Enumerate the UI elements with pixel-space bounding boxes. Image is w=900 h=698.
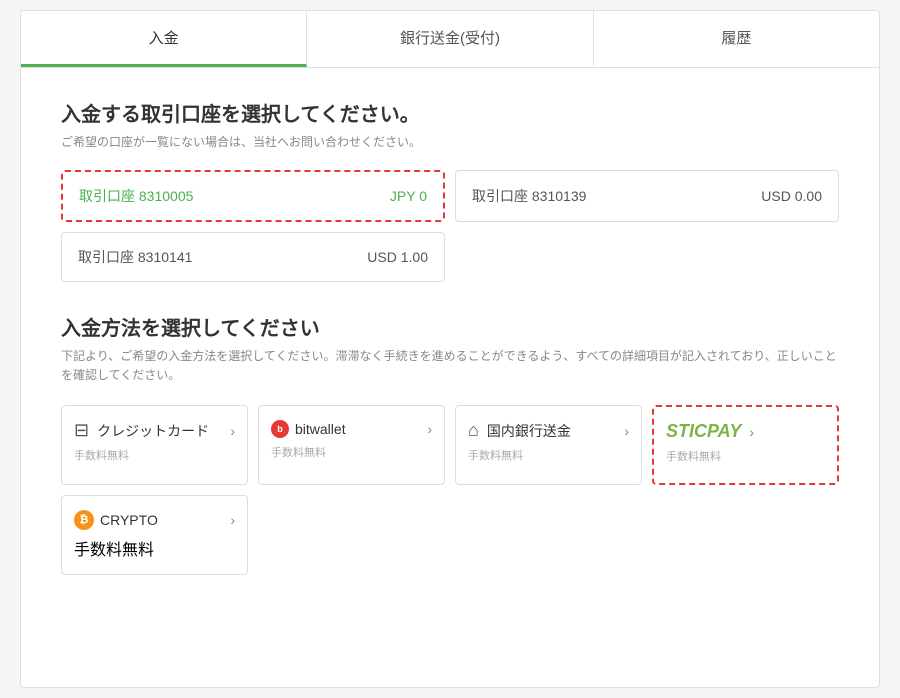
tab-bar: 入金 銀行送金(受付) 履歴 bbox=[21, 11, 879, 68]
account-section-subtitle: ご希望の口座が一覧にない場合は、当社へお問い合わせください。 bbox=[61, 133, 839, 150]
credit-card-label: クレジットカード bbox=[97, 421, 209, 441]
payment-sticpay[interactable]: STICPAY › 手数料無料 bbox=[652, 405, 839, 485]
account-card-1[interactable]: 取引口座 8310005 JPY 0 bbox=[61, 170, 445, 222]
account-balance-1: JPY 0 bbox=[390, 188, 427, 204]
payment-section-subtitle: 下記より、ご希望の入金方法を選択してください。滞滞なく手続きを進めることができる… bbox=[61, 347, 839, 385]
credit-card-icon: ⊟ bbox=[74, 420, 89, 441]
account-balance-3: USD 1.00 bbox=[367, 249, 428, 265]
payment-section: 入金方法を選択してください 下記より、ご希望の入金方法を選択してください。滞滞な… bbox=[61, 312, 839, 575]
credit-card-fee: 手数料無料 bbox=[74, 447, 235, 463]
payment-methods-row1: ⊟ クレジットカード › 手数料無料 b bitwallet › bbox=[61, 405, 839, 485]
account-card-2[interactable]: 取引口座 8310139 USD 0.00 bbox=[455, 170, 839, 222]
accounts-grid: 取引口座 8310005 JPY 0 取引口座 8310139 USD 0.00… bbox=[61, 170, 839, 282]
payment-bank-transfer[interactable]: ⌂ 国内銀行送金 › 手数料無料 bbox=[455, 405, 642, 485]
sticpay-label: STICPAY bbox=[666, 421, 741, 442]
tab-history-label: 履歴 bbox=[721, 30, 751, 47]
tab-bank[interactable]: 銀行送金(受付) bbox=[307, 11, 593, 67]
account-section: 入金する取引口座を選択してください。 ご希望の口座が一覧にない場合は、当社へお問… bbox=[61, 98, 839, 282]
bitwallet-arrow: › bbox=[427, 421, 432, 437]
bitwallet-label: bitwallet bbox=[295, 421, 346, 437]
account-section-title: 入金する取引口座を選択してください。 bbox=[61, 98, 839, 127]
account-card-3[interactable]: 取引口座 8310141 USD 1.00 bbox=[61, 232, 445, 282]
sticpay-fee: 手数料無料 bbox=[666, 448, 825, 464]
sticpay-arrow: › bbox=[749, 424, 754, 440]
payment-bitwallet[interactable]: b bitwallet › 手数料無料 bbox=[258, 405, 445, 485]
payment-section-title: 入金方法を選択してください bbox=[61, 312, 839, 341]
crypto-label: CRYPTO bbox=[100, 512, 158, 528]
payment-credit-card[interactable]: ⊟ クレジットカード › 手数料無料 bbox=[61, 405, 248, 485]
payment-crypto[interactable]: ₿ CRYPTO › 手数料無料 bbox=[61, 495, 248, 575]
bitwallet-icon: b bbox=[271, 420, 289, 438]
bank-icon: ⌂ bbox=[468, 420, 479, 441]
account-name-2: 取引口座 8310139 bbox=[472, 186, 586, 206]
crypto-fee: 手数料無料 bbox=[74, 536, 235, 560]
crypto-icon: ₿ bbox=[74, 510, 94, 530]
main-container: 入金 銀行送金(受付) 履歴 入金する取引口座を選択してください。 ご希望の口座… bbox=[20, 10, 880, 688]
tab-bank-label: 銀行送金(受付) bbox=[400, 30, 500, 47]
bitwallet-fee: 手数料無料 bbox=[271, 444, 432, 460]
page-content: 入金する取引口座を選択してください。 ご希望の口座が一覧にない場合は、当社へお問… bbox=[21, 68, 879, 605]
tab-history[interactable]: 履歴 bbox=[594, 11, 879, 67]
tab-deposit[interactable]: 入金 bbox=[21, 11, 307, 67]
crypto-arrow: › bbox=[230, 512, 235, 528]
bank-transfer-fee: 手数料無料 bbox=[468, 447, 629, 463]
bank-transfer-arrow: › bbox=[624, 423, 629, 439]
account-balance-2: USD 0.00 bbox=[761, 188, 822, 204]
tab-deposit-label: 入金 bbox=[149, 30, 179, 47]
bank-transfer-label: 国内銀行送金 bbox=[487, 421, 571, 441]
account-name-3: 取引口座 8310141 bbox=[78, 247, 192, 267]
payment-methods-row2: ₿ CRYPTO › 手数料無料 bbox=[61, 495, 839, 575]
account-name-1: 取引口座 8310005 bbox=[79, 186, 193, 206]
credit-card-arrow: › bbox=[230, 423, 235, 439]
